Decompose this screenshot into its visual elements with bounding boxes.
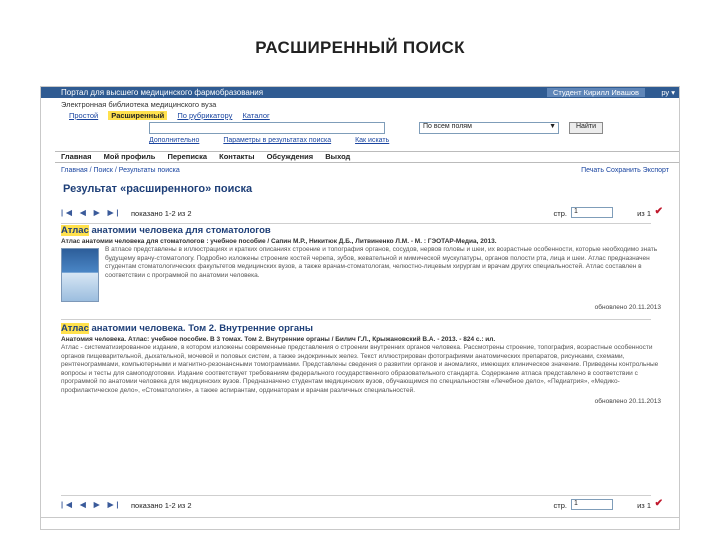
- divider: [61, 319, 651, 320]
- result-snippet: Атлас - систематизированное издание, в к…: [61, 344, 659, 394]
- result-title-highlight: Атлас: [61, 323, 89, 334]
- pager-page-input[interactable]: 1: [571, 207, 613, 218]
- divider: [61, 223, 651, 224]
- link-result-params[interactable]: Параметры в результатах поиска: [223, 137, 331, 144]
- result-meta: Атлас анатомии человека для стоматологов…: [61, 237, 497, 245]
- main-nav: Главная Мой профиль Переписка Контакты О…: [55, 151, 679, 163]
- find-button[interactable]: Найти: [569, 122, 603, 134]
- portal-header: Портал для высшего медицинского фармобра…: [41, 87, 679, 98]
- pager-shown-count: показано 1-2 из 2: [131, 501, 192, 510]
- result-item: Атлас анатомии человека для стоматологов…: [61, 225, 661, 317]
- search-field-value: По всем полям: [423, 123, 472, 130]
- search-input[interactable]: [149, 122, 385, 134]
- result-date: обновлено 20.11.2013: [594, 304, 661, 311]
- library-name[interactable]: Электронная библиотека медицинского вуза: [61, 100, 216, 109]
- tab-simple-search[interactable]: Простой: [69, 111, 98, 120]
- pager-page-input[interactable]: 1: [571, 499, 613, 510]
- page-title: Результат «расширенного» поиска: [63, 183, 253, 195]
- pager-top: |◀ ◀ ▶ ▶| показано 1-2 из 2 стр. 1 из 1 …: [55, 206, 665, 221]
- pager-nav-icons[interactable]: |◀ ◀ ▶ ▶|: [61, 208, 122, 217]
- result-meta: Анатомия человека. Атлас: учебное пособи…: [61, 335, 496, 343]
- search-field-select[interactable]: По всем полям ▼: [419, 122, 559, 134]
- result-title-rest: анатомии человека для стоматологов: [88, 225, 271, 236]
- result-title-highlight: Атлас: [61, 225, 89, 236]
- breadcrumb[interactable]: Главная / Поиск / Результаты поиска: [61, 167, 180, 176]
- checkmark-icon[interactable]: ✔: [655, 498, 663, 511]
- footer-divider: [41, 517, 679, 518]
- result-title[interactable]: Атлас анатомии человека. Том 2. Внутренн…: [61, 323, 661, 335]
- result-item: Атлас анатомии человека. Том 2. Внутренн…: [61, 323, 661, 491]
- search-row: По всем полям ▼ Найти: [149, 122, 679, 136]
- nav-messages[interactable]: Переписка: [167, 152, 207, 162]
- tab-rubricator-search[interactable]: По рубрикатору: [177, 111, 232, 120]
- nav-logout[interactable]: Выход: [325, 152, 350, 162]
- result-title[interactable]: Атлас анатомии человека для стоматологов: [61, 225, 661, 237]
- chevron-down-icon: ▼: [549, 123, 556, 130]
- checkmark-icon[interactable]: ✔: [655, 206, 663, 219]
- slide-title: РАСШИРЕННЫЙ ПОИСК: [255, 38, 465, 57]
- nav-contacts[interactable]: Контакты: [219, 152, 254, 162]
- result-title-rest: анатомии человека. Том 2. Внутренние орг…: [88, 323, 313, 334]
- nav-home[interactable]: Главная: [61, 152, 92, 162]
- page-tools[interactable]: Печать Сохранить Экспорт: [581, 167, 669, 176]
- search-sub-links: Дополнительно Параметры в результатах по…: [149, 137, 411, 146]
- link-how-to-search[interactable]: Как искать: [355, 137, 389, 144]
- screenshot-frame: Портал для высшего медицинского фармобра…: [40, 86, 680, 530]
- nav-discussions[interactable]: Обсуждения: [267, 152, 314, 162]
- nav-profile[interactable]: Мой профиль: [104, 152, 156, 162]
- pager-bottom: |◀ ◀ ▶ ▶| показано 1-2 из 2 стр. 1 из 1 …: [55, 498, 665, 513]
- language-select[interactable]: ру ▾: [661, 88, 675, 97]
- book-cover-image[interactable]: [61, 248, 99, 302]
- tab-catalog[interactable]: Каталог: [242, 111, 269, 120]
- pager-page-label: стр.: [553, 209, 567, 218]
- pager-total: из 1: [637, 501, 651, 510]
- tab-advanced-search[interactable]: Расширенный: [108, 111, 168, 121]
- pager-shown-count: показано 1-2 из 2: [131, 209, 192, 218]
- result-snippet: В атласе представлены в иллюстрациях и к…: [105, 246, 658, 279]
- user-name[interactable]: Студент Кирилл Ивашов: [546, 88, 645, 98]
- divider: [61, 495, 651, 496]
- portal-name[interactable]: Портал для высшего медицинского фармобра…: [61, 88, 263, 98]
- link-additional[interactable]: Дополнительно: [149, 137, 199, 144]
- pager-nav-icons[interactable]: |◀ ◀ ▶ ▶|: [61, 500, 122, 509]
- search-mode-tabs: Простой Расширенный По рубрикатору Катал…: [69, 111, 278, 121]
- pager-page-label: стр.: [553, 501, 567, 510]
- result-date: обновлено 20.11.2013: [594, 397, 661, 405]
- pager-total: из 1: [637, 209, 651, 218]
